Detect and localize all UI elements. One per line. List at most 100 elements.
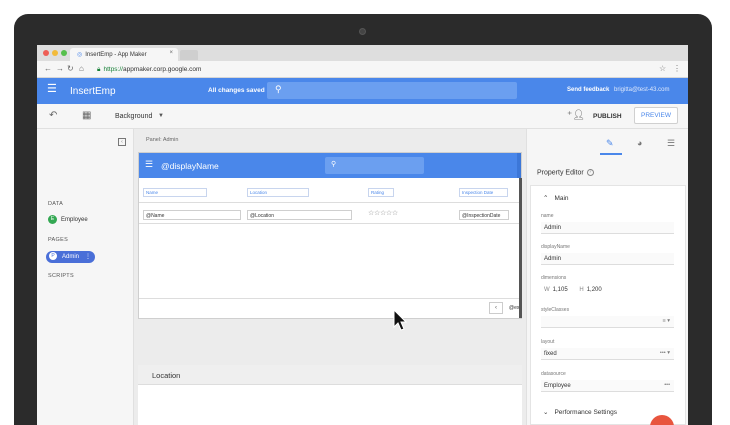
app-maker-icon: ◎ [77,52,83,58]
inspection-date-cell[interactable]: @InspectionDate [459,210,509,220]
forward-arrow-icon[interactable]: → [56,64,64,74]
column-header-inspection-date[interactable]: Inspection Date [459,188,508,197]
minimize-window-button[interactable] [52,50,58,56]
collapse-sidebar-icon[interactable]: ‹ [118,138,126,146]
width-prefix: W [544,287,550,293]
sidebar-item-label: Employee [61,217,88,224]
datasource-more-icon[interactable]: ••• [664,382,670,388]
pencil-icon[interactable]: ✎ [606,138,614,149]
height-prefix: H [579,287,584,293]
location-section-body [138,385,522,425]
dimensions-label: dimensions [541,275,567,281]
tab-title: InsertEmp - App Maker [85,52,147,58]
panel-search-input[interactable]: ⚲ [325,157,424,174]
pages-heading: PAGES [48,237,69,243]
table-pager: ‹ @exp [139,298,521,318]
panel-title: @displayName [161,161,219,171]
browser-tab-bar: ◎ InsertEmp - App Maker × [37,45,688,61]
new-tab-button[interactable] [180,50,198,60]
location-section-header[interactable]: Location [138,365,522,385]
browser-menu-icon[interactable]: ⋮ [673,64,681,73]
column-header-location[interactable]: Location [247,188,309,197]
maximize-window-button[interactable] [61,50,67,56]
layout-field[interactable]: fixed ••• ▾ [541,348,674,360]
rating-stars[interactable]: ☆☆☆☆☆ [368,209,398,217]
sidebar-item-label: Admin [62,254,80,260]
url-field[interactable]: 🔒︎ https://appmaker.corp.google.com [97,66,201,74]
undo-icon[interactable]: ↶ [49,110,57,121]
main-section-label: Main [554,195,569,202]
table-row[interactable]: @Name @Location ☆☆☆☆☆ @InspectionDate [139,202,521,224]
url-scheme: https:// [103,66,123,73]
hamburger-menu-icon[interactable]: ☰ [145,159,153,170]
tab-close-icon[interactable]: × [169,50,173,56]
breadcrumb: Panel: Admin [146,137,179,143]
app-title: InsertEmp [70,86,116,97]
bookmark-star-icon[interactable]: ☆ [659,64,666,73]
hamburger-menu-icon[interactable]: ☰ [47,84,57,95]
performance-section-label: Performance Settings [554,409,617,416]
save-status: All changes saved [208,87,265,94]
search-icon: ⚲ [275,84,282,94]
palette-icon[interactable]: ◕ [637,138,642,148]
close-window-button[interactable] [43,50,49,56]
reload-icon[interactable]: ↻ [67,64,74,74]
app-header: ☰ InsertEmp All changes saved ⚲ Send fee… [37,78,688,104]
column-header-name[interactable]: Name [143,188,207,197]
page-badge-icon: P [49,252,57,261]
sidebar-item-admin[interactable]: P Admin ⋮ [46,251,95,263]
chevron-down-icon[interactable]: ▼ [158,113,164,119]
list-icon[interactable]: ☰ [667,138,675,149]
display-name-field[interactable]: Admin [541,253,674,265]
style-classes-field[interactable]: ≡ ▾ [541,316,674,328]
datasource-label: datasource [541,371,566,377]
admin-panel[interactable]: ☰ @displayName ⚲ Name Location Rating In… [138,152,522,319]
main-section-toggle[interactable]: ⌃ Main [543,194,569,202]
layout-value: fixed [544,351,557,357]
header-search-input[interactable]: ⚲ [267,82,517,99]
left-sidebar: ‹ DATA E Employee PAGES P Admin ⋮ SCRIPTS [37,129,134,425]
home-icon[interactable]: ⌂ [79,64,84,74]
scripts-heading: SCRIPTS [48,273,74,279]
preview-button[interactable]: PREVIEW [634,107,678,124]
column-header-rating[interactable]: Rating [368,188,394,197]
add-user-icon[interactable]: ⁺👤︎ [567,110,585,121]
style-dropdown-icon[interactable]: ≡ ▾ [663,318,671,324]
table-header-row: Name Location Rating Inspection Date [139,184,521,202]
chevron-down-icon: ⌄ [543,409,549,416]
back-arrow-icon[interactable]: ← [44,64,52,74]
performance-section-toggle[interactable]: ⌄ Performance Settings [543,408,617,416]
property-editor-title-text: Property Editor [537,169,584,177]
screen: ◎ InsertEmp - App Maker × ← → ↻ ⌂ 🔒︎ https… [37,45,688,425]
widgets-grid-icon[interactable]: ▦ [82,110,91,121]
account-email[interactable]: brigitta@test-43.com [614,87,669,93]
name-cell[interactable]: @Name [143,210,241,220]
search-icon: ⚲ [331,161,337,168]
publish-button[interactable]: PUBLISH [593,113,622,120]
chevron-up-icon: ⌃ [543,195,549,202]
chevron-left-icon[interactable]: ‹ [489,302,503,314]
model-badge-icon: E [48,215,57,224]
panel-scrollbar[interactable] [519,178,522,318]
location-cell[interactable]: @Location [247,210,352,220]
layout-dropdown-icon[interactable]: ••• ▾ [660,350,670,356]
help-icon[interactable]: ? [586,169,594,176]
panel-header: ☰ @displayName ⚲ [139,153,521,178]
design-canvas[interactable]: Panel: Admin ☰ @displayName ⚲ Name Locat… [134,129,526,425]
browser-tab[interactable]: ◎ InsertEmp - App Maker × [70,48,178,61]
name-field[interactable]: Admin [541,222,674,234]
mouse-cursor-icon [393,309,407,331]
datasource-field[interactable]: Employee ••• [541,380,674,392]
height-input[interactable]: 1,200 [587,287,602,293]
laptop-camera [359,28,366,35]
address-bar: ← → ↻ ⌂ 🔒︎ https://appmaker.corp.google.c… [37,61,688,78]
send-feedback-link[interactable]: Send feedback [567,87,609,93]
property-editor-title: Property Editor? [537,169,594,176]
sidebar-item-employee[interactable]: E Employee [48,215,88,224]
width-input[interactable]: 1,105 [553,287,568,293]
url-host: appmaker.corp.google.com [122,66,202,73]
background-dropdown[interactable]: Background [115,113,152,120]
property-list: ⌃ Main name Admin displayName Admin dimen… [530,185,686,425]
more-options-icon[interactable]: ⋮ [85,251,91,263]
editor-toolbar: ↶ ▦ Background ▼ ⁺👤︎ PUBLISH PREVIEW [37,104,688,129]
